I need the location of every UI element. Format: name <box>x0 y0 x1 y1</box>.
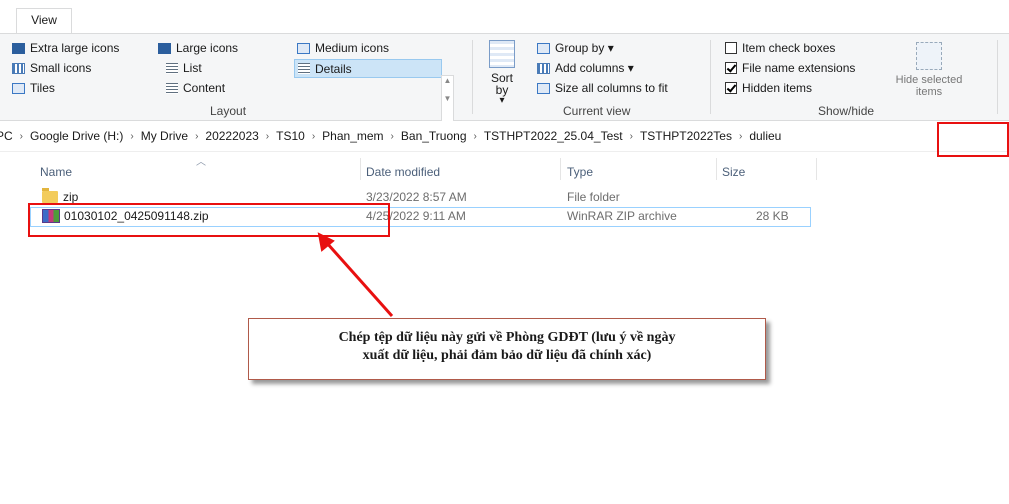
annotation-arrow <box>317 232 394 317</box>
annotation-callout: Chép tệp dữ liệu này gửi về Phòng GDĐT (… <box>248 318 766 380</box>
arrow-shaft <box>324 241 394 317</box>
